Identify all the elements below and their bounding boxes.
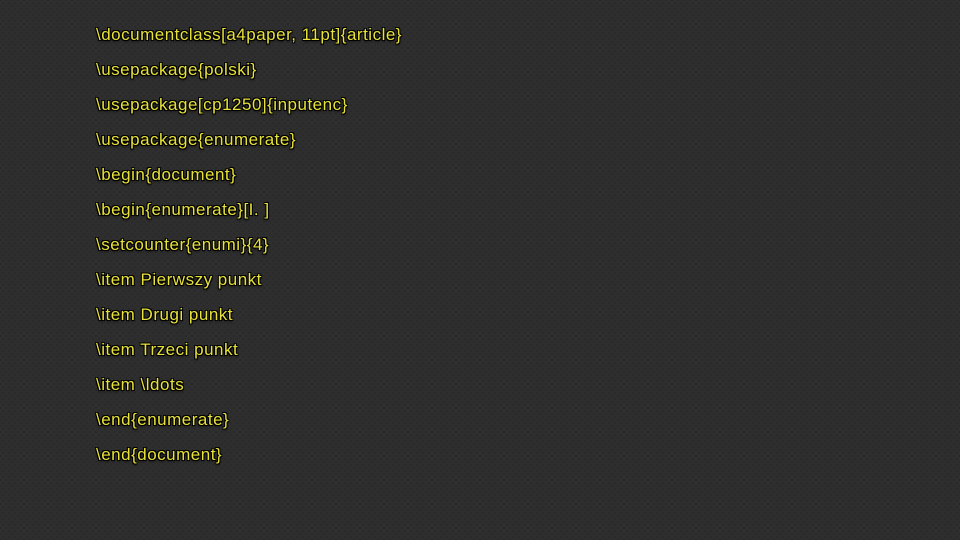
code-line: \item Pierwszy punkt: [96, 271, 876, 288]
code-line: \begin{document}: [96, 166, 876, 183]
code-line: \end{document}: [96, 446, 876, 463]
code-line: \end{enumerate}: [96, 411, 876, 428]
code-block: \documentclass[a4paper, 11pt]{article} \…: [96, 26, 876, 481]
code-line: \usepackage{enumerate}: [96, 131, 876, 148]
code-line: \item Drugi punkt: [96, 306, 876, 323]
code-line: \usepackage{polski}: [96, 61, 876, 78]
code-line: \usepackage[cp1250]{inputenc}: [96, 96, 876, 113]
code-line: \setcounter{enumi}{4}: [96, 236, 876, 253]
code-line: \item Trzeci punkt: [96, 341, 876, 358]
code-line: \documentclass[a4paper, 11pt]{article}: [96, 26, 876, 43]
code-line: \item \ldots: [96, 376, 876, 393]
code-line: \begin{enumerate}[I. ]: [96, 201, 876, 218]
